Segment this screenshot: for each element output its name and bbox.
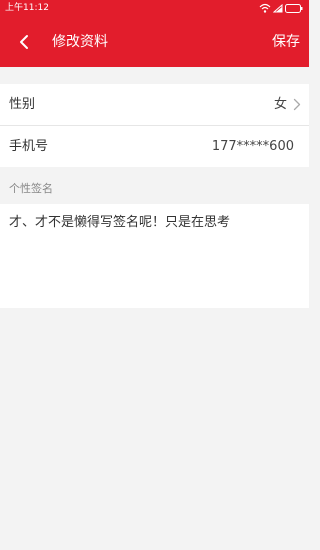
wifi-icon — [259, 3, 271, 13]
gender-value: 女 — [273, 97, 287, 112]
status-bar: 上午11:12 — [0, 0, 309, 17]
phone-label: 手机号 — [9, 139, 49, 154]
chevron-left-icon — [20, 35, 28, 49]
signature-section-label: 个性签名 — [9, 182, 53, 195]
page-title: 修改资料 — [52, 34, 108, 50]
signal-icon — [273, 4, 283, 13]
profile-form: 性别 女 手机号 177*****600 — [0, 84, 309, 167]
signature-text: 才、才不是懒得写签名呢！只是在思考 — [9, 215, 231, 230]
status-time: 上午11:12 — [5, 3, 49, 13]
gender-label: 性别 — [9, 97, 36, 112]
gender-row[interactable]: 性别 女 — [0, 84, 309, 126]
app-bar: 修改资料 保存 — [0, 17, 309, 67]
back-button[interactable] — [12, 29, 38, 55]
phone-value: 177*****600 — [211, 139, 294, 154]
phone-row: 手机号 177*****600 — [0, 126, 309, 167]
battery-icon — [285, 4, 303, 13]
save-button[interactable]: 保存 — [272, 32, 300, 52]
signature-field[interactable]: 才、才不是懒得写签名呢！只是在思考 — [0, 204, 309, 308]
chevron-right-icon — [293, 98, 301, 111]
